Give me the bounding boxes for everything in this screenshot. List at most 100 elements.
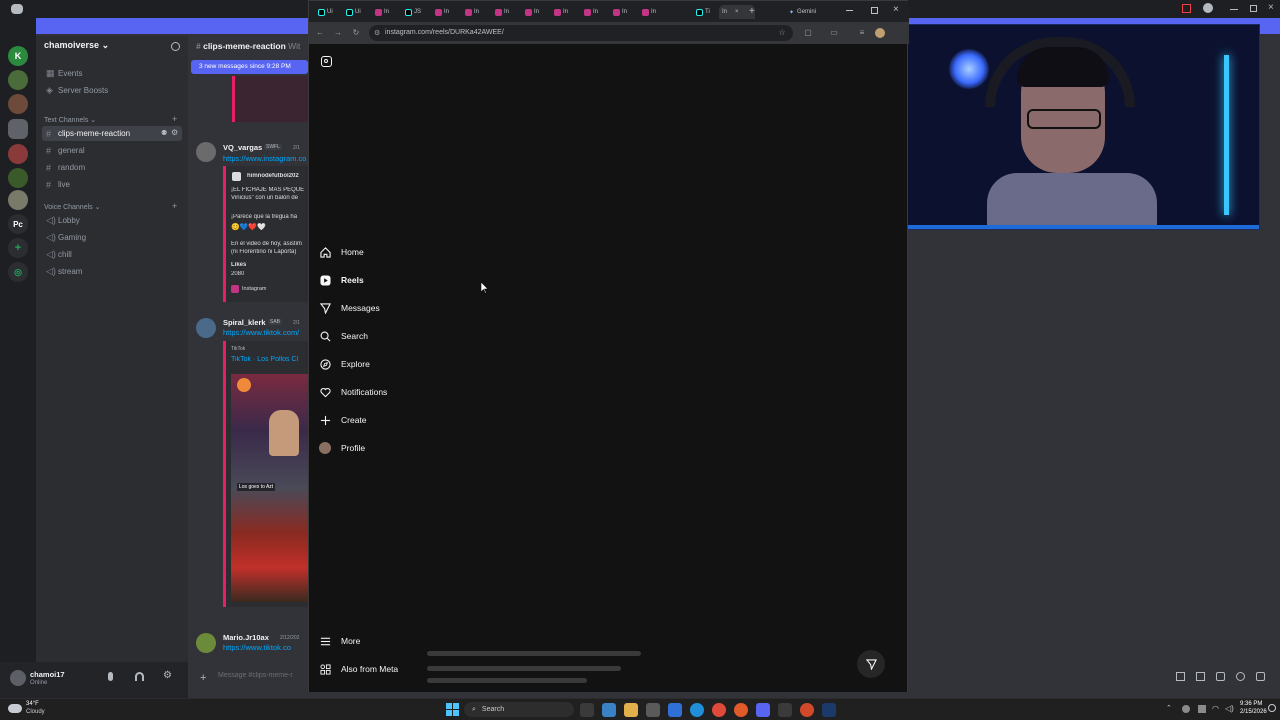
store-icon[interactable] bbox=[646, 703, 660, 717]
voice-channel-chill[interactable]: ◁) chill bbox=[42, 247, 182, 262]
voice-channel-lobby[interactable]: ◁) Lobby bbox=[42, 213, 182, 228]
help-icon[interactable] bbox=[1203, 3, 1213, 13]
maximize-icon[interactable] bbox=[1250, 5, 1257, 12]
windows-start-icon[interactable] bbox=[446, 703, 459, 716]
tray-app-icon[interactable] bbox=[1198, 705, 1206, 713]
ig-nav-reels[interactable]: Reels bbox=[319, 271, 364, 289]
play-icon[interactable] bbox=[237, 378, 251, 392]
server-icon-active[interactable] bbox=[8, 119, 28, 139]
channel-random[interactable]: # random bbox=[42, 160, 182, 175]
ig-nav-explore[interactable]: Explore bbox=[319, 355, 370, 373]
message-link[interactable]: https://www.instagram.co bbox=[223, 154, 308, 163]
server-icon[interactable] bbox=[8, 190, 28, 210]
address-bar[interactable]: ⚙ instagram.com/reels/DURKa42AWEE/ bbox=[369, 25, 793, 41]
ig-nav-search[interactable]: Search bbox=[319, 327, 368, 345]
composer-apps-icon[interactable] bbox=[1256, 672, 1265, 681]
message-link[interactable]: https://www.tiktok.co bbox=[223, 643, 308, 652]
messages-fab-button[interactable] bbox=[857, 650, 885, 678]
add-channel-icon[interactable]: + bbox=[172, 114, 177, 124]
server-icon-k[interactable]: K bbox=[8, 46, 28, 66]
channel-live[interactable]: # live bbox=[42, 177, 182, 192]
server-icon[interactable] bbox=[8, 70, 28, 90]
brave-icon[interactable] bbox=[734, 703, 748, 717]
browser-tab[interactable]: In bbox=[432, 5, 460, 19]
server-icon[interactable] bbox=[8, 144, 28, 164]
volume-icon[interactable]: ◁) bbox=[1225, 704, 1234, 713]
minimize-icon[interactable] bbox=[1230, 9, 1238, 10]
ig-nav-notifications[interactable]: Notifications bbox=[319, 383, 387, 401]
invite-icon[interactable]: ⚉ bbox=[161, 129, 167, 137]
voice-channel-gaming[interactable]: ◁) Gaming bbox=[42, 230, 182, 245]
wifi-icon[interactable]: ◠ bbox=[1212, 704, 1219, 713]
avatar[interactable] bbox=[196, 142, 216, 162]
browser-tab[interactable]: In bbox=[610, 5, 638, 19]
add-voice-channel-icon[interactable]: + bbox=[172, 201, 177, 211]
clock-time[interactable]: 9:36 PM bbox=[1240, 701, 1262, 707]
video-thumbnail[interactable]: Los goes to Azt bbox=[231, 374, 311, 602]
maximize-icon[interactable] bbox=[871, 7, 878, 14]
message-author[interactable]: Spiral_klerk bbox=[223, 318, 266, 327]
new-tab-plus-icon[interactable]: + bbox=[749, 6, 755, 17]
avatar[interactable] bbox=[196, 633, 216, 653]
taskbar-search[interactable]: ⌕ Search bbox=[464, 702, 574, 717]
chrome-icon[interactable] bbox=[712, 703, 726, 717]
browser-tab[interactable]: Ui bbox=[315, 5, 343, 19]
discover-icon[interactable]: ◎ bbox=[8, 262, 28, 282]
browser-tab[interactable]: In bbox=[372, 5, 400, 19]
avatar[interactable] bbox=[196, 318, 216, 338]
embed-author[interactable]: himnodefutbol202 bbox=[247, 173, 299, 179]
ig-nav-also-from-meta[interactable]: Also from Meta bbox=[319, 660, 398, 678]
new-messages-banner[interactable]: 3 new messages since 9:28 PM bbox=[191, 60, 308, 74]
message-author[interactable]: Mario.Jr10ax bbox=[223, 633, 269, 642]
reload-icon[interactable]: ↻ bbox=[349, 26, 363, 40]
composer-emoji-icon[interactable] bbox=[1236, 672, 1245, 681]
site-info-icon[interactable]: ⚙ bbox=[374, 29, 380, 37]
composer-gif-icon[interactable] bbox=[1196, 672, 1205, 681]
task-view-icon[interactable] bbox=[580, 703, 594, 717]
ig-nav-profile[interactable]: Profile bbox=[319, 439, 365, 457]
server-icon[interactable] bbox=[8, 94, 28, 114]
steam-icon[interactable] bbox=[822, 703, 836, 717]
ig-nav-messages[interactable]: Messages bbox=[319, 299, 380, 317]
ig-nav-create[interactable]: Create bbox=[319, 411, 367, 429]
app-icon[interactable] bbox=[778, 703, 792, 717]
tab-close-icon[interactable]: × bbox=[735, 9, 739, 15]
close-icon[interactable]: × bbox=[893, 4, 899, 15]
browser-tab[interactable]: In bbox=[462, 5, 490, 19]
outlook-icon[interactable] bbox=[668, 703, 682, 717]
headphones-icon[interactable] bbox=[135, 672, 144, 681]
sidebar-item-events[interactable]: ▦ Events bbox=[42, 66, 182, 81]
widgets-icon[interactable] bbox=[602, 703, 616, 717]
weather-temp[interactable]: 34°F bbox=[26, 701, 39, 707]
ig-nav-home[interactable]: Home bbox=[319, 243, 364, 261]
extensions-icon[interactable]: ▢ bbox=[801, 26, 815, 40]
voice-channel-stream[interactable]: ◁) stream bbox=[42, 264, 182, 279]
composer-sticker-icon[interactable] bbox=[1216, 672, 1225, 681]
attach-plus-icon[interactable]: + bbox=[200, 672, 206, 684]
clock-date[interactable]: 2/15/2026 bbox=[1240, 709, 1267, 715]
chrome-active-icon[interactable] bbox=[800, 703, 814, 717]
tray-chevron-up-icon[interactable]: ⌃ bbox=[1166, 704, 1172, 712]
back-arrow-icon[interactable]: ← bbox=[313, 26, 327, 40]
add-server-icon[interactable]: + bbox=[8, 238, 28, 258]
browser-tab[interactable]: In bbox=[639, 5, 667, 19]
forward-arrow-icon[interactable]: → bbox=[331, 26, 345, 40]
message-author[interactable]: VQ_vargas bbox=[223, 143, 262, 152]
sidebar-icon[interactable]: ▭ bbox=[827, 26, 841, 40]
discord-icon[interactable] bbox=[756, 703, 770, 717]
server-icon[interactable] bbox=[8, 168, 28, 188]
composer-gift-icon[interactable] bbox=[1176, 672, 1185, 681]
server-name-header[interactable]: chamoiverse ⌄ bbox=[36, 36, 188, 58]
avatar[interactable] bbox=[10, 670, 26, 686]
sidebar-item-server-boosts[interactable]: ◈ Server Boosts bbox=[42, 83, 182, 98]
tray-app-icon[interactable] bbox=[1182, 705, 1190, 713]
inbox-icon[interactable] bbox=[1182, 4, 1191, 13]
media-controls-icon[interactable]: ≡ bbox=[855, 26, 869, 40]
microphone-icon[interactable] bbox=[108, 672, 113, 681]
bookmark-star-icon[interactable]: ☆ bbox=[775, 26, 789, 40]
browser-tab[interactable]: In bbox=[492, 5, 520, 19]
profile-avatar[interactable] bbox=[875, 28, 885, 38]
minimize-icon[interactable] bbox=[846, 10, 853, 11]
browser-tab[interactable]: In bbox=[522, 5, 550, 19]
ig-nav-more[interactable]: More bbox=[319, 632, 360, 650]
